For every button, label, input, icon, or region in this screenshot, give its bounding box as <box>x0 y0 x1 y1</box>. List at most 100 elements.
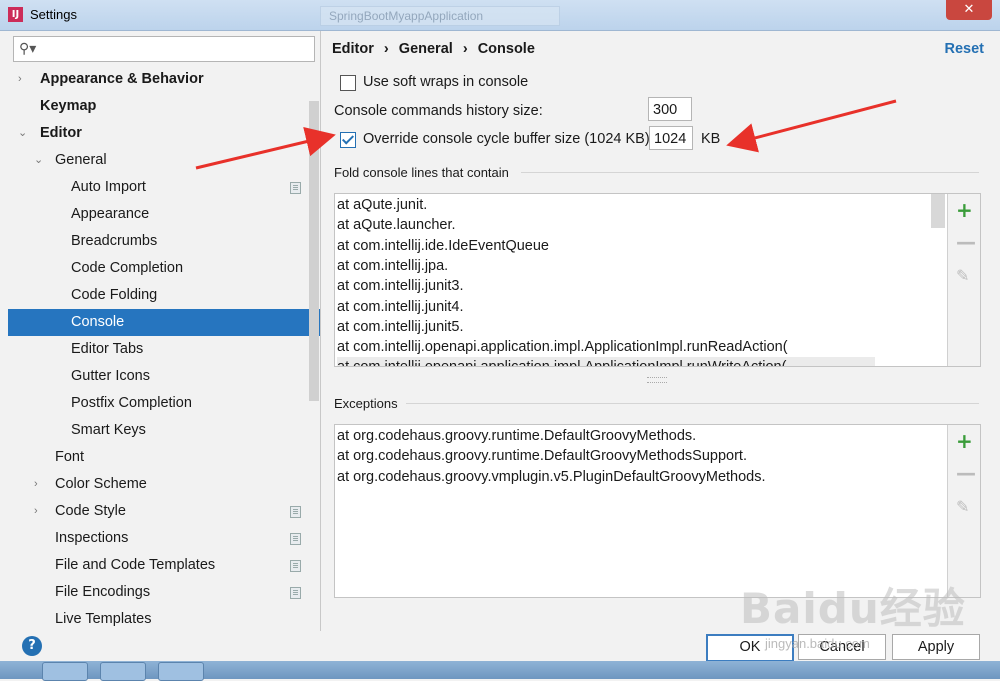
sidebar-item-label: Breadcrumbs <box>71 233 158 249</box>
sidebar-item[interactable]: Breadcrumbs <box>8 228 320 255</box>
history-size-label: Console commands history size: <box>334 103 543 119</box>
sidebar-item-label: Code Folding <box>71 287 158 303</box>
sidebar-item-label: Keymap <box>40 98 97 114</box>
sidebar-item-label: Postfix Completion <box>71 395 192 411</box>
sidebar-item[interactable]: › Code Style <box>8 498 320 525</box>
sidebar-item[interactable]: Postfix Completion <box>8 390 320 417</box>
chevron-right-icon[interactable]: › <box>34 471 38 498</box>
os-taskbar <box>0 661 1000 681</box>
sidebar-item[interactable]: Inspections <box>8 525 320 552</box>
sidebar-item[interactable]: Live Templates <box>8 606 320 631</box>
exceptions-section-divider <box>406 403 979 404</box>
fold-list-item[interactable]: at com.intellij.jpa. <box>337 256 448 276</box>
edit-fold-button[interactable]: ✎ <box>956 266 969 285</box>
exceptions-list[interactable]: at org.codehaus.groovy.runtime.DefaultGr… <box>334 424 981 598</box>
fold-section-divider <box>521 172 979 173</box>
fold-lines-list[interactable]: at aQute.junit. at aQute.launcher. at com.… <box>334 193 981 367</box>
window-titlebar: IJ Settings SpringBootMyappApplication ✕ <box>0 0 1000 31</box>
intellij-taskbar-icon[interactable] <box>100 662 146 681</box>
fold-list-item[interactable]: at com.intellij.openapi.application.impl… <box>337 337 788 357</box>
fold-list-item[interactable]: at com.intellij.junit4. <box>337 297 464 317</box>
sidebar-item-label: Auto Import <box>71 179 146 195</box>
fold-list-item[interactable]: at com.intellij.ide.IdeEventQueue <box>337 236 549 256</box>
exception-list-item[interactable]: at org.codehaus.groovy.runtime.DefaultGr… <box>337 446 747 466</box>
sidebar-item[interactable]: ⌄ General <box>8 147 320 174</box>
sidebar-item[interactable]: Code Completion <box>8 255 320 282</box>
breadcrumb-console: Console <box>477 41 535 57</box>
breadcrumb-separator: › <box>462 41 468 57</box>
chevron-down-icon[interactable]: ⌄ <box>18 120 27 147</box>
close-window-button[interactable]: ✕ <box>946 0 992 20</box>
add-exception-button[interactable]: + <box>956 429 973 453</box>
breadcrumb-editor: Editor <box>332 41 374 57</box>
sidebar-item-label: Appearance & Behavior <box>40 71 204 87</box>
list-splitter-handle[interactable] <box>647 377 667 383</box>
sidebar-item-label: Smart Keys <box>71 422 146 438</box>
fold-list-item[interactable]: at aQute.launcher. <box>337 215 456 235</box>
reset-link[interactable]: Reset <box>945 41 985 57</box>
apply-button[interactable]: Apply <box>892 634 980 660</box>
sidebar-item[interactable]: › Color Scheme <box>8 471 320 498</box>
sidebar-item[interactable]: Font <box>8 444 320 471</box>
add-fold-button[interactable]: + <box>956 198 973 222</box>
project-scope-icon <box>290 587 301 599</box>
sidebar-item[interactable]: Code Folding <box>8 282 320 309</box>
sidebar-item-label: Color Scheme <box>55 476 147 492</box>
fold-section-title: Fold console lines that contain <box>334 165 509 180</box>
fold-list-scrollbar[interactable] <box>931 194 945 228</box>
remove-exception-button[interactable]: — <box>956 461 976 485</box>
soft-wraps-label: Use soft wraps in console <box>363 74 529 90</box>
sidebar-item-label: Code Completion <box>71 260 184 276</box>
sidebar-item-label: General <box>55 152 107 168</box>
override-buffer-checkbox[interactable] <box>340 132 356 148</box>
sidebar-item-label: Console <box>71 314 125 330</box>
override-buffer-label: Override console cycle buffer size (1024… <box>363 131 650 147</box>
sidebar-item[interactable]: Auto Import <box>8 174 320 201</box>
sidebar-item[interactable]: ⌄ Editor <box>8 120 320 147</box>
sidebar-item-label: Live Templates <box>55 611 152 627</box>
search-icon: ⚲▾ <box>19 40 37 56</box>
sidebar-item[interactable]: Editor Tabs <box>8 336 320 363</box>
project-scope-icon <box>290 533 301 545</box>
settings-search-input[interactable]: ⚲▾ <box>13 36 315 62</box>
settings-main-panel: Editor › General › Console Reset Use sof… <box>321 31 1000 631</box>
explorer-taskbar-icon[interactable] <box>158 662 204 681</box>
fold-list-item[interactable]: at com.intellij.openapi.application.impl… <box>337 357 875 366</box>
sidebar-scrollbar[interactable] <box>309 101 319 401</box>
sidebar-item[interactable]: Appearance <box>8 201 320 228</box>
history-size-input[interactable]: 300 <box>648 97 692 121</box>
breadcrumb-general: General <box>398 41 453 57</box>
fold-list-toolbar: + — ✎ <box>947 194 980 366</box>
sidebar-item-label: Appearance <box>71 206 150 222</box>
background-run-config: SpringBootMyappApplication <box>320 6 560 26</box>
help-icon[interactable]: ? <box>22 636 42 656</box>
fold-list-item[interactable]: at aQute.junit. <box>337 195 427 215</box>
sidebar-item-label: Gutter Icons <box>71 368 150 384</box>
exception-list-item[interactable]: at org.codehaus.groovy.vmplugin.v5.Plugi… <box>337 467 766 487</box>
baidu-watermark-logo: Baidu经验 <box>740 584 966 633</box>
sidebar-item-label: Font <box>55 449 85 465</box>
remove-fold-button[interactable]: — <box>956 230 976 254</box>
chevron-right-icon[interactable]: › <box>34 498 38 525</box>
sidebar-item[interactable]: File Encodings <box>8 579 320 606</box>
sidebar-item[interactable]: Console <box>8 309 320 336</box>
sidebar-item[interactable]: › Appearance & Behavior <box>8 66 320 93</box>
sidebar-item[interactable]: Smart Keys <box>8 417 320 444</box>
sidebar-item-label: File and Code Templates <box>55 557 216 573</box>
sidebar-item-label: Inspections <box>55 530 129 546</box>
fold-list-item[interactable]: at com.intellij.junit5. <box>337 317 464 337</box>
chevron-right-icon[interactable]: › <box>18 66 22 93</box>
settings-sidebar: ⚲▾ › Appearance & Behavior Keymap ⌄ Editor ⌄ G… <box>0 31 321 631</box>
buffer-size-unit: KB <box>701 131 721 147</box>
chevron-down-icon[interactable]: ⌄ <box>34 147 43 174</box>
intellij-app-icon: IJ <box>8 7 23 22</box>
buffer-size-input[interactable]: 1024 <box>649 126 693 150</box>
fold-list-item[interactable]: at com.intellij.junit3. <box>337 276 464 296</box>
sidebar-item[interactable]: Keymap <box>8 93 320 120</box>
sidebar-item[interactable]: Gutter Icons <box>8 363 320 390</box>
sidebar-item[interactable]: File and Code Templates <box>8 552 320 579</box>
edit-exception-button[interactable]: ✎ <box>956 497 969 516</box>
soft-wraps-checkbox[interactable] <box>340 75 356 91</box>
firefox-taskbar-icon[interactable] <box>42 662 88 681</box>
exception-list-item[interactable]: at org.codehaus.groovy.runtime.DefaultGr… <box>337 426 696 446</box>
